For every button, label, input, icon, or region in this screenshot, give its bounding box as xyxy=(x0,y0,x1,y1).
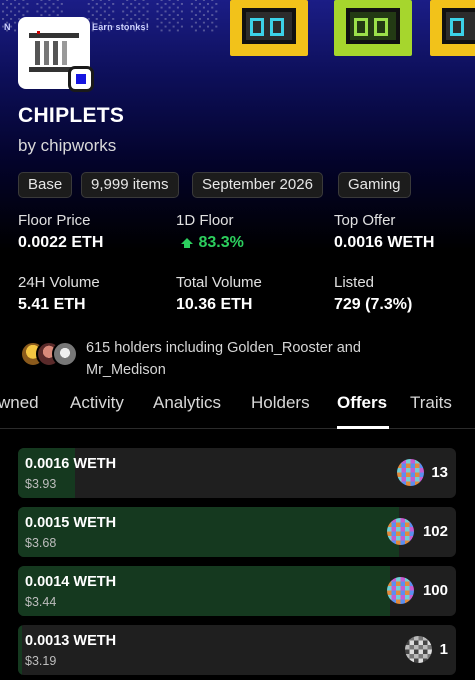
offer-usd: $3.44 xyxy=(25,595,57,609)
chip-art-yellow xyxy=(230,0,308,56)
tag-chain[interactable]: Base xyxy=(18,172,73,198)
tab-offers[interactable]: Offers xyxy=(337,393,387,413)
stat-floor-price-label: Floor Price xyxy=(18,212,91,229)
stat-top-offer-value: 0.0016 WETH xyxy=(334,234,435,251)
verified-badge-icon xyxy=(68,66,94,92)
collection-creator[interactable]: by chipworks xyxy=(18,136,116,156)
offer-quantity: 1 xyxy=(439,641,448,658)
tab-traits[interactable]: Traits xyxy=(410,393,452,413)
offer-depth-bar xyxy=(18,625,23,675)
pixel-avatar-icon xyxy=(387,577,414,604)
collection-title: CHIPLETS xyxy=(18,104,125,127)
tab-analytics[interactable]: Analytics xyxy=(153,393,221,413)
holders-text: 615 holders including Golden_Rooster and… xyxy=(86,340,361,378)
offer-row[interactable]: 0.0014 WETH $3.44 100 xyxy=(18,566,456,616)
stat-listed-value: 729 (7.3%) xyxy=(334,296,413,313)
offer-row[interactable]: 0.0016 WETH $3.93 13 xyxy=(18,448,456,498)
pixel-avatar-icon xyxy=(397,459,424,486)
stat-floor-price-value: 0.0022 ETH xyxy=(18,234,104,251)
stat-total-volume-label: Total Volume xyxy=(176,274,262,291)
active-tab-indicator xyxy=(337,426,389,429)
tag-date: September 2026 xyxy=(192,172,323,198)
offer-quantity: 13 xyxy=(431,464,448,481)
pixel-avatar-icon xyxy=(387,518,414,545)
stat-24h-volume-value: 5.41 ETH xyxy=(18,296,86,313)
tab-holders[interactable]: Holders xyxy=(251,393,310,413)
offer-usd: $3.68 xyxy=(25,536,57,550)
offer-quantity: 102 xyxy=(422,523,448,540)
user-avatar-icon xyxy=(405,636,432,663)
stat-1d-floor-label: 1D Floor xyxy=(176,212,234,229)
chip-art-green xyxy=(334,0,412,56)
offer-price: 0.0014 WETH xyxy=(25,574,117,590)
offer-quantity: 100 xyxy=(422,582,448,599)
banner-caption-right: Earn stonks! xyxy=(92,22,149,32)
tab-activity[interactable]: Activity xyxy=(70,393,124,413)
offer-usd: $3.93 xyxy=(25,477,57,491)
stat-total-volume-value: 10.36 ETH xyxy=(176,296,253,313)
offer-usd: $3.19 xyxy=(25,654,57,668)
tag-category[interactable]: Gaming xyxy=(338,172,411,198)
stat-1d-floor-value: 83.3% xyxy=(180,234,244,252)
holder-avatars xyxy=(20,341,80,369)
collection-tabs: wned Activity Analytics Holders Offers T… xyxy=(0,389,475,429)
offer-price: 0.0015 WETH xyxy=(25,515,117,531)
chip-art-yellow-2 xyxy=(430,0,475,56)
holder-avatar-icon xyxy=(52,341,78,367)
offer-price: 0.0016 WETH xyxy=(25,456,117,472)
stat-top-offer-label: Top Offer xyxy=(334,212,396,229)
stat-listed-label: Listed xyxy=(334,274,375,291)
tag-items: 9,999 items xyxy=(81,172,179,198)
offer-row[interactable]: 0.0013 WETH $3.19 1 xyxy=(18,625,456,675)
tab-owned[interactable]: wned xyxy=(0,393,39,413)
offer-price: 0.0013 WETH xyxy=(25,633,117,649)
stat-24h-volume-label: 24H Volume xyxy=(18,274,100,291)
trend-up-icon xyxy=(181,237,193,248)
stat-1d-floor-percent: 83.3% xyxy=(198,234,244,251)
offer-row[interactable]: 0.0015 WETH $3.68 102 xyxy=(18,507,456,557)
